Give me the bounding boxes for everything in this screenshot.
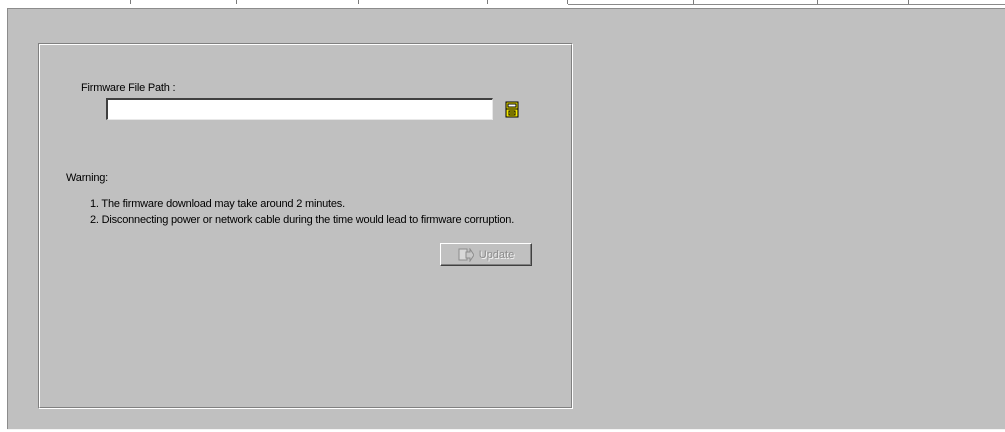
tab-separator <box>130 0 131 4</box>
update-arrow-icon <box>458 247 474 262</box>
warning-item-2: 2. Disconnecting power or network cable … <box>90 214 515 226</box>
browse-file-button[interactable] <box>503 100 522 119</box>
warning-item-1: 1. The firmware download may take around… <box>90 198 345 210</box>
firmware-path-label: Firmware File Path : <box>81 82 176 94</box>
tab-strip-border <box>568 4 1005 5</box>
folder-open-icon <box>505 101 519 118</box>
panel-bottom-edge <box>7 429 1005 430</box>
firmware-path-input[interactable] <box>106 98 493 120</box>
update-button-label: Update <box>478 248 515 261</box>
tab-separator <box>358 0 359 4</box>
tab-separator <box>236 0 237 4</box>
update-button[interactable]: Update <box>440 243 532 266</box>
warning-title: Warning: <box>66 172 109 184</box>
tab-strip <box>0 0 1005 6</box>
tab-separator <box>487 0 488 4</box>
